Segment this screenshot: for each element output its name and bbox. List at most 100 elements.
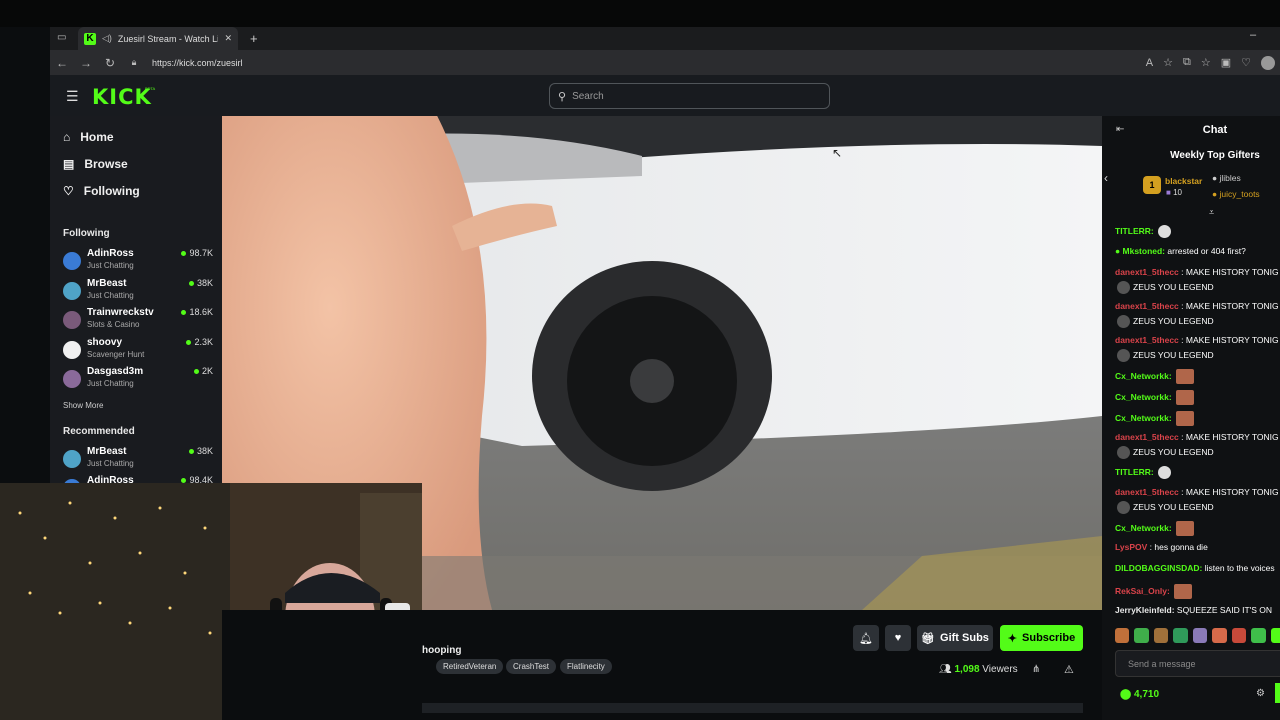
channel-points[interactable]: ⬤ 4,710: [1120, 689, 1159, 700]
chat-settings-gear-icon[interactable]: ⚙: [1256, 688, 1265, 699]
chat-message-input[interactable]: Send a message: [1115, 650, 1280, 677]
chat-username[interactable]: JerryKleinfeld:: [1115, 605, 1175, 615]
sidebar-item-home[interactable]: ⌂ Home: [63, 130, 114, 144]
new-tab-button[interactable]: +: [250, 31, 258, 46]
viewer-count-value: 2.3K: [194, 336, 213, 347]
search-input[interactable]: ⚲ Search: [549, 83, 830, 109]
avatar: [1117, 501, 1130, 514]
emote-icon[interactable]: [1231, 628, 1247, 643]
chat-username[interactable]: Cx_Networkk:: [1115, 523, 1172, 533]
chat-message: JerryKleinfeld: SQUEEZE SAID IT'S ON: [1115, 605, 1272, 615]
channel-name: MrBeast: [87, 277, 127, 289]
heart-icon[interactable]: ♡: [1241, 56, 1251, 69]
sidebar-item-browse[interactable]: ▤ Browse: [63, 157, 128, 171]
chat-username[interactable]: danext1_5thecc: [1115, 301, 1179, 311]
chat-username[interactable]: TITLERR:: [1115, 467, 1154, 477]
chat-username[interactable]: DILDOBAGGINSDAD:: [1115, 563, 1202, 573]
favorite-star-icon[interactable]: ☆: [1163, 56, 1173, 69]
chat-text: ZEUS YOU LEGEND: [1133, 501, 1214, 512]
gifter-name[interactable]: ● jlibles: [1212, 173, 1241, 183]
subscribe-button[interactable]: ✦ Subscribe: [1000, 625, 1083, 651]
chat-username[interactable]: danext1_5thecc: [1115, 432, 1179, 442]
points-icon: ⬤: [1120, 689, 1132, 700]
avatar: [63, 252, 81, 270]
tag-flatlinecity[interactable]: Flatlinecity: [560, 659, 612, 674]
chat-username[interactable]: danext1_5thecc: [1115, 267, 1179, 277]
tab-audio-icon[interactable]: ◁): [102, 33, 112, 44]
sidebar-channel-mrbeast[interactable]: MrBeast Just Chatting 38K: [63, 278, 213, 306]
sidebar-channel-mrbeast[interactable]: MrBeast Just Chatting 38K: [63, 446, 213, 474]
tag-retiredveteran[interactable]: RetiredVeteran: [436, 659, 504, 674]
badge-icon: ●: [1212, 173, 1218, 183]
chat-username[interactable]: danext1_5thecc: [1115, 335, 1179, 345]
notification-bell-button[interactable]: 🔔︎: [853, 625, 879, 651]
favorites-icon[interactable]: ☆: [1201, 56, 1211, 69]
follow-heart-button[interactable]: ♥: [885, 625, 911, 651]
minimize-icon[interactable]: –: [1250, 29, 1256, 41]
sidebar-channel-trainwreckstv[interactable]: Trainwreckstv Slots & Casino 18.6K: [63, 307, 213, 335]
chat-message: Cx_Networkk:: [1115, 411, 1195, 426]
url-field[interactable]: https://kick.com/zuesirl: [152, 58, 243, 68]
lock-icon[interactable]: 🔒︎: [122, 57, 146, 68]
emote-icon[interactable]: [1153, 628, 1169, 643]
viewer-count: 2K: [193, 366, 213, 376]
channel-name: AdinRoss: [87, 248, 134, 259]
kick-logo[interactable]: KICK: [92, 85, 152, 109]
extensions-icon[interactable]: ⧉: [1183, 56, 1191, 69]
show-more-link[interactable]: Show More: [63, 401, 103, 410]
chat-username[interactable]: danext1_5thecc: [1115, 487, 1179, 497]
channel-category: Just Chatting: [87, 379, 134, 388]
chat-message: danext1_5thecc : MAKE HISTORY TONIG: [1115, 432, 1279, 442]
address-bar: ← → ↻ 🔒︎ https://kick.com/zuesirl A ☆ ⧉ …: [50, 50, 1280, 75]
emote-icon[interactable]: [1115, 628, 1130, 643]
chat-text: : MAKE HISTORY TONIG: [1181, 432, 1279, 442]
tab-actions-icon[interactable]: ▭: [57, 32, 66, 43]
sidebar-channel-adinross[interactable]: AdinRoss Just Chatting 98.7K: [63, 248, 213, 276]
chat-send-button[interactable]: [1275, 683, 1280, 703]
chat-username[interactable]: LysPOV: [1115, 542, 1147, 552]
browse-icon: ▤: [63, 157, 75, 171]
following-section-title: Following: [63, 228, 110, 239]
share-icon[interactable]: ⋔: [1032, 664, 1040, 675]
chat-username[interactable]: RekSai_Only:: [1115, 586, 1170, 596]
reload-icon[interactable]: ↻: [98, 56, 122, 70]
recommended-section-title: Recommended: [63, 426, 135, 437]
sidebar-channel-shoovy[interactable]: shoovy Scavenger Hunt 2.3K: [63, 337, 213, 365]
read-aloud-icon[interactable]: A: [1146, 57, 1153, 69]
chat-username[interactable]: Cx_Networkk:: [1115, 392, 1172, 402]
back-icon[interactable]: ←: [50, 56, 74, 70]
verified-badge-icon: ●: [1115, 246, 1121, 256]
gift-subs-button[interactable]: 🎁︎ Gift Subs: [917, 625, 993, 651]
tag-crashtest[interactable]: CrashTest: [506, 659, 557, 674]
gifter-name[interactable]: blackstar: [1165, 176, 1202, 186]
emote-icon[interactable]: [1173, 628, 1188, 643]
menu-icon[interactable]: ☰: [66, 88, 79, 105]
report-warning-icon[interactable]: ⚠: [1064, 663, 1074, 676]
chat-title: Chat: [1202, 124, 1228, 136]
collections-icon[interactable]: ▣: [1221, 56, 1231, 69]
bell-icon: 🔔︎: [859, 632, 873, 645]
viewer-count: 👥︎ 1,098 Viewers: [939, 664, 1018, 675]
weekly-top-gifters-title: Weekly Top Gifters: [1170, 150, 1260, 161]
gifter-name[interactable]: ● juicy_toots: [1212, 189, 1260, 199]
sidebar-item-following[interactable]: ♡ Following: [63, 184, 140, 198]
tab-close-icon[interactable]: ✕: [224, 33, 232, 44]
chat-username[interactable]: Cx_Networkk:: [1115, 371, 1172, 381]
emote-icon[interactable]: [1212, 628, 1227, 643]
chat-message: danext1_5thecc : MAKE HISTORY TONIG: [1115, 487, 1279, 497]
chat-username[interactable]: Cx_Networkk:: [1115, 413, 1172, 423]
emote-icon[interactable]: [1192, 628, 1208, 643]
gifter-rank-badge: 1: [1143, 176, 1161, 194]
browser-tab-active[interactable]: K ◁) Zuesirl Stream - Watch Live o ✕: [78, 27, 238, 50]
emote-icon[interactable]: [1270, 628, 1280, 643]
gifters-prev-icon[interactable]: ‹: [1104, 171, 1108, 185]
profile-avatar[interactable]: [1261, 55, 1275, 70]
expand-gifters-icon[interactable]: ⩡: [1209, 207, 1214, 218]
chat-username[interactable]: Mkstoned:: [1123, 246, 1166, 256]
forward-icon[interactable]: →: [74, 56, 98, 70]
emote-icon[interactable]: [1251, 628, 1266, 643]
sidebar-channel-dasgasd3m[interactable]: Dasgasd3m Just Chatting 2K: [63, 366, 213, 394]
emote-icon[interactable]: [1134, 628, 1149, 643]
chat-username[interactable]: TITLERR:: [1115, 226, 1154, 236]
chat-message: ● Mkstoned: arrested or 404 first?: [1115, 246, 1246, 256]
